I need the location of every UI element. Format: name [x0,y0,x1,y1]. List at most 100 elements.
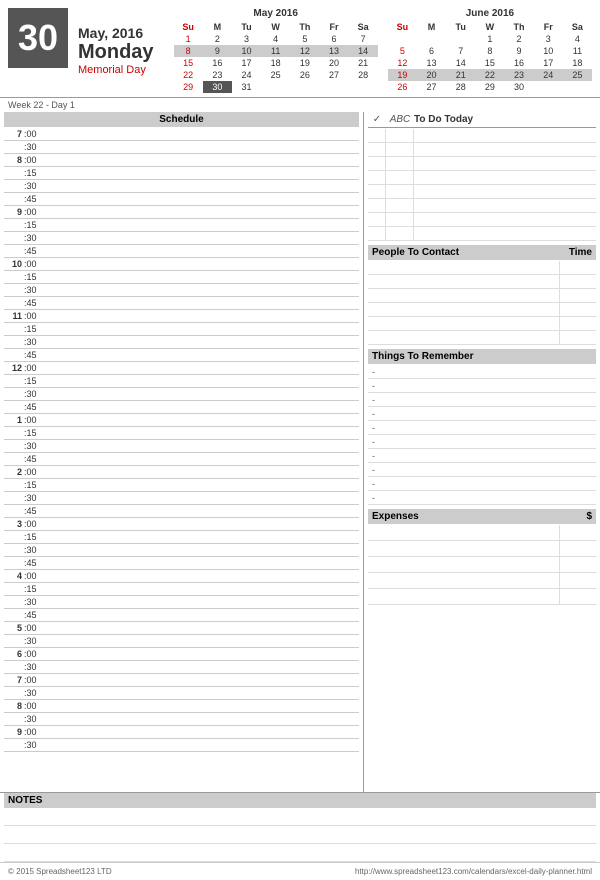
june-week-5: 26 27 28 29 30 [388,81,592,93]
month-year: May, 2016 [78,25,154,41]
june-cell: 25 [563,69,592,81]
schedule-row: :30 [4,739,359,752]
remember-row: - [368,477,596,491]
may-cell: 23 [203,69,232,81]
may-cell: 19 [290,57,319,69]
notes-row [4,808,596,826]
min-label: :00 [24,259,48,269]
june-cell: 10 [534,45,563,57]
june-col-th: Th [504,21,533,33]
may-cell: 6 [319,33,348,45]
schedule-row: 5:00 [4,622,359,635]
schedule-row: :45 [4,609,359,622]
may-col-tu: Tu [232,21,261,33]
may-cell: 12 [290,45,319,57]
todo-row [368,213,596,227]
min-label: :30 [24,181,48,191]
june-cell: 3 [534,33,563,45]
day-name: Monday [78,41,154,64]
header: 30 May, 2016 Monday Memorial Day May 201… [0,0,600,98]
footer-right: http://www.spreadsheet123.com/calendars/… [355,867,592,876]
min-label: :15 [24,376,48,386]
min-label: :45 [24,402,48,412]
min-label: :45 [24,194,48,204]
may-week-3: 15 16 17 18 19 20 21 [174,57,378,69]
hour-label: 4 [4,571,24,581]
hour-label: 8 [4,155,24,165]
may-week-2: 8 9 10 11 12 13 14 [174,45,378,57]
remember-row: - [368,421,596,435]
remember-title: Things To Remember [372,351,474,362]
min-label: :00 [24,701,48,711]
min-label: :15 [24,272,48,282]
june-cell: 29 [475,81,504,93]
min-label: :45 [24,610,48,620]
min-label: :30 [24,142,48,152]
min-label: :30 [24,441,48,451]
daily-planner-page: 30 May, 2016 Monday Memorial Day May 201… [0,0,600,880]
min-label: :30 [24,493,48,503]
june-cell: 12 [388,57,417,69]
may-cell: 2 [203,33,232,45]
may-cell: 1 [174,33,203,45]
schedule-row: 9:00 [4,726,359,739]
min-label: :00 [24,623,48,633]
may-cell: 26 [290,69,319,81]
schedule-row: 1:00 [4,414,359,427]
schedule-row: 7:00 [4,128,359,141]
min-label: :45 [24,298,48,308]
remember-row: - [368,449,596,463]
remember-row: - [368,393,596,407]
may-cell: 16 [203,57,232,69]
schedule-row: 7:00 [4,674,359,687]
schedule-row: :30 [4,687,359,700]
june-col-m: M [417,21,446,33]
hour-label: 7 [4,129,24,139]
schedule-row: :30 [4,141,359,154]
june-cell [417,33,446,45]
footer: © 2015 Spreadsheet123 LTD http://www.spr… [0,862,600,880]
june-cell: 5 [388,45,417,57]
min-label: :45 [24,246,48,256]
schedule-row: :15 [4,583,359,596]
min-label: :30 [24,545,48,555]
may-cell: 15 [174,57,203,69]
expense-row [368,541,596,557]
may-cell: 10 [232,45,261,57]
may-week-5: 29 30 31 [174,81,378,93]
may-cell: 13 [319,45,348,57]
june-cell: 24 [534,69,563,81]
contacts-header: People To Contact Time [368,245,596,260]
june-cell: 18 [563,57,592,69]
date-number: 30 [8,8,68,68]
notes-row [4,844,596,862]
todo-title: To Do Today [414,114,473,125]
min-label: :00 [24,155,48,165]
expenses-title: Expenses [372,511,419,522]
day-info: May, 2016 Monday Memorial Day [78,8,154,93]
contacts-time-label: Time [569,247,592,258]
schedule-row: :30 [4,492,359,505]
may-col-su: Su [174,21,203,33]
schedule-row: :15 [4,323,359,336]
min-label: :45 [24,558,48,568]
expenses-header: Expenses $ [368,509,596,524]
min-label: :00 [24,467,48,477]
min-label: :30 [24,662,48,672]
schedule-row: :30 [4,440,359,453]
min-label: :15 [24,480,48,490]
min-label: :30 [24,597,48,607]
expense-row [368,573,596,589]
min-label: :15 [24,168,48,178]
schedule-row: :30 [4,635,359,648]
min-label: :00 [24,649,48,659]
contacts-title: People To Contact [372,247,459,258]
schedule-row: :30 [4,336,359,349]
hour-label: 3 [4,519,24,529]
may-cell: 20 [319,57,348,69]
hour-label: 10 [4,259,24,269]
june-cell [563,81,592,93]
min-label: :30 [24,285,48,295]
june-cell: 30 [504,81,533,93]
june-cal-title: June 2016 [388,8,592,19]
